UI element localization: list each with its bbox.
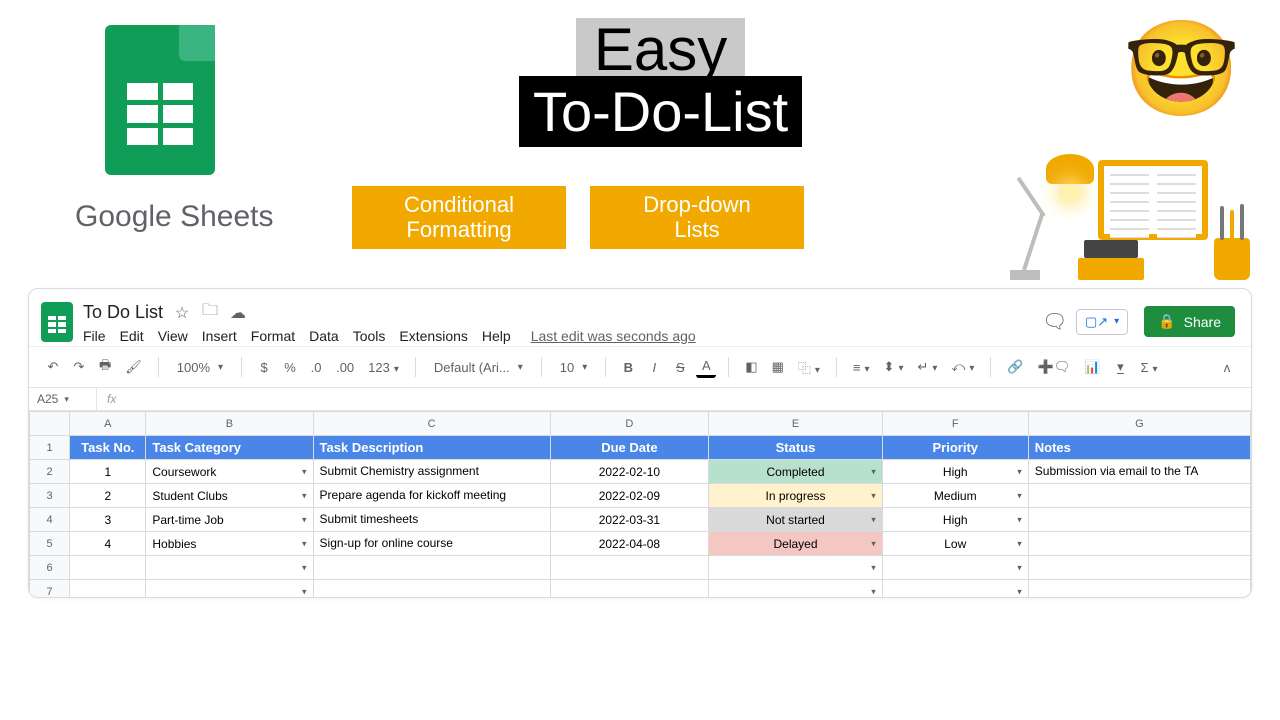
- strike-icon[interactable]: S: [670, 357, 690, 378]
- col-header[interactable]: A: [70, 412, 146, 436]
- toolbar: ↶ ↷ 🖶 🖌 100% $ % .0 .00 123 Default (Ari…: [29, 346, 1251, 388]
- table-row[interactable]: 3 2 Student Clubs Prepare agenda for kic…: [30, 484, 1251, 508]
- menu-data[interactable]: Data: [309, 328, 339, 344]
- paint-format-icon[interactable]: 🖌: [121, 356, 146, 378]
- comments-icon[interactable]: 🗨: [1042, 309, 1060, 334]
- title-easy: Easy: [576, 18, 745, 81]
- fill-color-icon[interactable]: ◧: [741, 356, 761, 378]
- table-row[interactable]: 2 1 Coursework Submit Chemistry assignme…: [30, 460, 1251, 484]
- table-row[interactable]: 5 4 Hobbies Sign-up for online course 20…: [30, 532, 1251, 556]
- insert-link-icon[interactable]: 🔗: [1003, 356, 1027, 378]
- row-header[interactable]: 2: [30, 460, 70, 484]
- hero-banner: Google Sheets Easy To-Do-List Conditiona…: [0, 0, 1280, 280]
- share-label: Share: [1184, 314, 1221, 330]
- font-size-select[interactable]: 10: [554, 358, 594, 377]
- cloud-status-icon[interactable]: ☁: [229, 303, 247, 323]
- present-button[interactable]: ▢↗▾: [1076, 309, 1128, 335]
- table-row[interactable]: 7: [30, 580, 1251, 599]
- v-align-icon[interactable]: ⬍: [880, 356, 908, 378]
- format-currency-icon[interactable]: $: [254, 357, 274, 378]
- table-header-row[interactable]: 1 Task No.Task CategoryTask Description …: [30, 436, 1251, 460]
- italic-icon[interactable]: I: [644, 357, 664, 378]
- document-bar: To Do List ☆ 🗀 ☁ File Edit View Insert F…: [29, 289, 1251, 346]
- column-header-row[interactable]: A B C D E F G: [30, 412, 1251, 436]
- font-select[interactable]: Default (Ari...: [428, 358, 529, 377]
- name-box[interactable]: A25▾: [29, 388, 97, 410]
- menu-edit[interactable]: Edit: [120, 328, 144, 344]
- table-row[interactable]: 6: [30, 556, 1251, 580]
- sheets-app-window: To Do List ☆ 🗀 ☁ File Edit View Insert F…: [28, 288, 1252, 598]
- redo-icon[interactable]: ↷: [69, 356, 89, 378]
- last-edit-link[interactable]: Last edit was seconds ago: [531, 328, 696, 344]
- functions-icon[interactable]: Σ: [1136, 357, 1161, 378]
- table-row[interactable]: 4 3 Part-time Job Submit timesheets 2022…: [30, 508, 1251, 532]
- formula-bar[interactable]: fx: [97, 388, 126, 410]
- format-percent-icon[interactable]: %: [280, 357, 300, 378]
- col-header[interactable]: D: [550, 412, 709, 436]
- title-block: Easy To-Do-List: [519, 18, 802, 143]
- h-align-icon[interactable]: ≡: [849, 357, 874, 378]
- select-all-corner[interactable]: [30, 412, 70, 436]
- present-icon: ▢↗: [1085, 314, 1108, 330]
- row-header[interactable]: 6: [30, 556, 70, 580]
- sheets-logo-icon[interactable]: [41, 302, 73, 342]
- row-header[interactable]: 5: [30, 532, 70, 556]
- feature-chips: ConditionalFormatting Drop-downLists: [352, 186, 804, 249]
- name-box-row: A25▾ fx: [29, 388, 1251, 411]
- nerd-face-icon: 🤓: [1123, 22, 1240, 116]
- row-header[interactable]: 3: [30, 484, 70, 508]
- print-icon[interactable]: 🖶: [95, 353, 115, 381]
- lock-icon: 🔒: [1158, 313, 1175, 330]
- sheets-logo-large: [105, 25, 215, 175]
- row-header[interactable]: 7: [30, 580, 70, 599]
- text-wrap-icon[interactable]: ↵: [913, 356, 941, 378]
- star-icon[interactable]: ☆: [173, 303, 191, 323]
- spreadsheet-grid[interactable]: A B C D E F G 1 Task No.Task CategoryTas…: [29, 411, 1251, 598]
- chip-conditional-formatting: ConditionalFormatting: [352, 186, 566, 249]
- desk-illustration: [950, 115, 1250, 280]
- borders-icon[interactable]: ▦: [768, 356, 788, 378]
- row-header[interactable]: 4: [30, 508, 70, 532]
- insert-chart-icon[interactable]: 📊: [1080, 356, 1104, 378]
- share-button[interactable]: 🔒 Share: [1144, 306, 1235, 337]
- col-header[interactable]: G: [1028, 412, 1250, 436]
- menu-insert[interactable]: Insert: [202, 328, 237, 344]
- move-icon[interactable]: 🗀: [201, 299, 219, 326]
- undo-icon[interactable]: ↶: [43, 356, 63, 378]
- filter-icon[interactable]: ▾̲: [1110, 356, 1130, 378]
- merge-cells-icon[interactable]: ⿻: [794, 355, 824, 380]
- menu-extensions[interactable]: Extensions: [399, 328, 467, 344]
- menu-bar: File Edit View Insert Format Data Tools …: [83, 328, 696, 344]
- row-header[interactable]: 1: [30, 436, 70, 460]
- more-formats-icon[interactable]: 123: [364, 357, 403, 378]
- collapse-toolbar-icon[interactable]: ʌ: [1217, 357, 1237, 378]
- text-color-icon[interactable]: A: [696, 356, 716, 378]
- insert-comment-icon[interactable]: ➕🗨: [1034, 356, 1075, 378]
- title-todolist: To-Do-List: [519, 76, 802, 147]
- increase-decimal-icon[interactable]: .00: [332, 357, 358, 378]
- col-header[interactable]: B: [146, 412, 313, 436]
- menu-format[interactable]: Format: [251, 328, 295, 344]
- bold-icon[interactable]: B: [618, 357, 638, 378]
- menu-file[interactable]: File: [83, 328, 106, 344]
- col-header[interactable]: F: [882, 412, 1028, 436]
- chip-dropdown-lists: Drop-downLists: [590, 186, 804, 249]
- menu-view[interactable]: View: [158, 328, 188, 344]
- sheets-wordmark: Google Sheets: [75, 200, 273, 234]
- col-header[interactable]: C: [313, 412, 550, 436]
- document-title[interactable]: To Do List: [83, 302, 163, 323]
- menu-help[interactable]: Help: [482, 328, 511, 344]
- col-header[interactable]: E: [709, 412, 883, 436]
- menu-tools[interactable]: Tools: [353, 328, 386, 344]
- text-rotate-icon[interactable]: ⤺: [947, 356, 978, 378]
- decrease-decimal-icon[interactable]: .0: [306, 357, 326, 378]
- zoom-select[interactable]: 100%: [171, 358, 229, 377]
